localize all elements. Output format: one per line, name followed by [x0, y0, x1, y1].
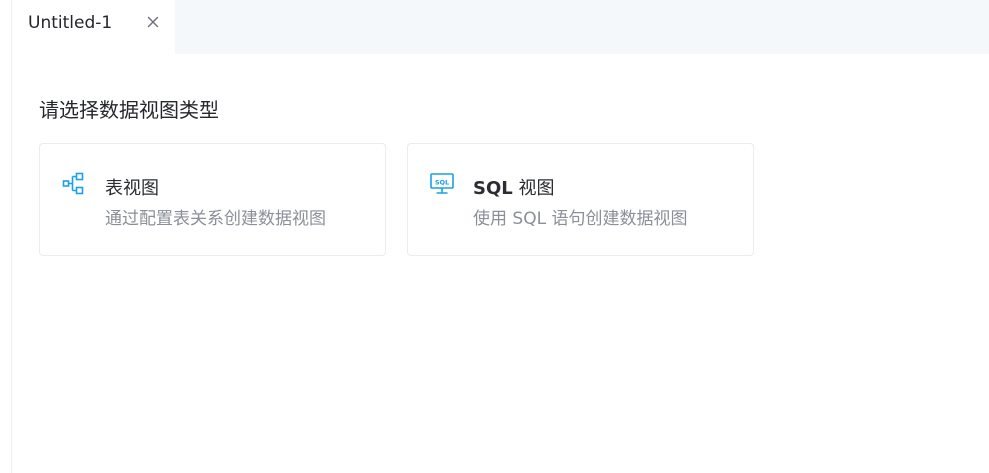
sql-view-card[interactable]: SQL SQL 视图 使用 SQL 语句创建数据视图: [407, 143, 754, 256]
sql-view-title: SQL 视图: [473, 174, 554, 200]
sql-monitor-icon: SQL: [430, 172, 454, 196]
sql-view-title-rest: 视图: [512, 178, 555, 199]
svg-text:SQL: SQL: [435, 178, 449, 186]
tab-bar: Untitled-1: [12, 0, 989, 54]
main-content: 请选择数据视图类型 表视图 通过配置表关系创建数据视图 SQL SQL 视图 使…: [12, 54, 989, 473]
left-rail: [0, 0, 12, 473]
sql-view-title-bold: SQL: [473, 178, 513, 199]
table-view-card[interactable]: 表视图 通过配置表关系创建数据视图: [39, 143, 386, 256]
close-icon[interactable]: [145, 14, 161, 30]
tab-untitled-1[interactable]: Untitled-1: [12, 0, 175, 54]
tab-title: Untitled-1: [28, 13, 113, 33]
table-relation-icon: [62, 172, 86, 196]
page-title: 请选择数据视图类型: [39, 98, 219, 122]
sql-view-description: 使用 SQL 语句创建数据视图: [473, 209, 688, 229]
table-view-description: 通过配置表关系创建数据视图: [105, 209, 326, 229]
table-view-title: 表视图: [105, 178, 159, 199]
